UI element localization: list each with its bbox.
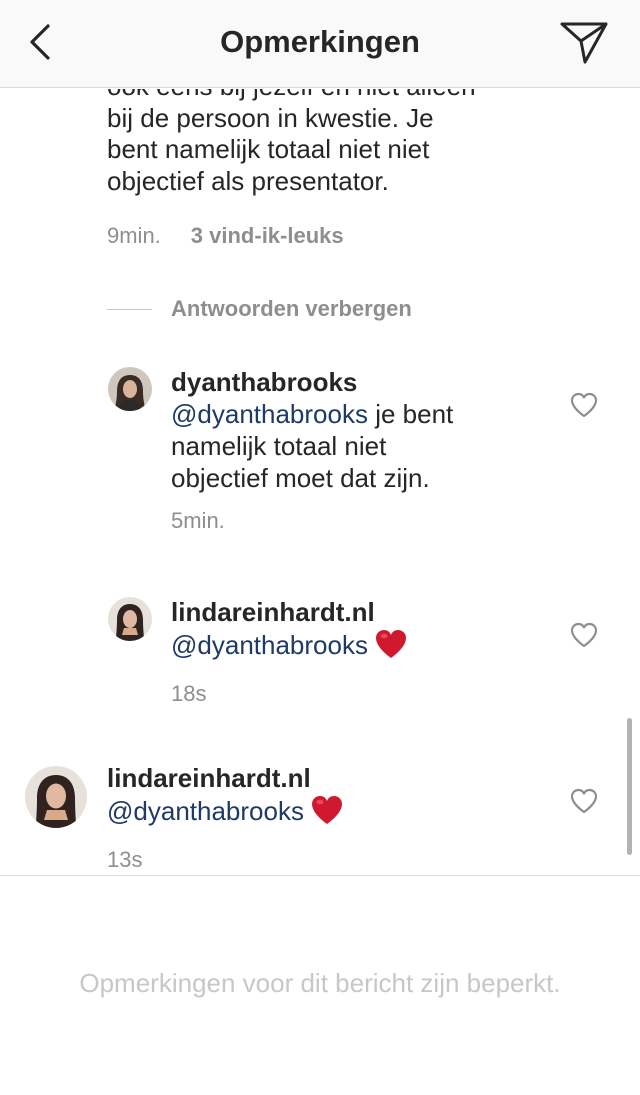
comment-username[interactable]: lindareinhardt.nl (171, 596, 561, 628)
heart-emoji (374, 628, 408, 667)
hide-replies-button[interactable]: Antwoorden verbergen (107, 295, 412, 323)
comment-body: @dyanthabrooks je bent (171, 398, 561, 430)
like-button[interactable] (569, 787, 599, 815)
reply-comment: dyanthabrooks @dyanthabrooks je bent nam… (171, 366, 561, 534)
comment-text-line: bent namelijk totaal niet niet (107, 134, 430, 164)
comment-text-line: objectief als presentator. (107, 165, 389, 196)
comment-username[interactable]: dyanthabrooks (171, 366, 561, 398)
comment-text-line: ook eens bij jezelf en niet alleen (107, 89, 577, 103)
comment: lindareinhardt.nl @dyanthabrooks 13s (107, 762, 547, 873)
parent-comment-text: ook eens bij jezelf en niet alleen bij d… (107, 89, 577, 197)
comment-time: 5min. (171, 508, 225, 533)
comment-username[interactable]: lindareinhardt.nl (107, 762, 547, 794)
profile-photo (108, 367, 152, 411)
comment-text-line: bij de persoon in kwestie. Je (107, 102, 434, 133)
mention-link[interactable]: @dyanthabrooks (171, 399, 368, 429)
comment-time: 18s (171, 681, 207, 706)
comment-time: 9min. (107, 223, 161, 248)
top-navigation-bar: Opmerkingen (0, 0, 640, 88)
avatar[interactable] (108, 367, 152, 411)
share-button[interactable] (556, 16, 612, 68)
comment-text: je bent (367, 399, 454, 429)
comment-text-line: namelijk totaal niet (171, 431, 387, 461)
comments-restricted-notice: Opmerkingen voor dit bericht zijn beperk… (79, 968, 561, 998)
likes-count[interactable]: 3 vind-ik-leuks (191, 223, 344, 248)
footer-divider (0, 875, 640, 876)
like-button[interactable] (569, 621, 599, 649)
comment-body: @dyanthabrooks (171, 628, 561, 667)
profile-photo (108, 597, 152, 641)
comment-text-line: objectief moet dat zijn. (171, 463, 430, 493)
parent-comment-meta: 9min. 3 vind-ik-leuks (107, 223, 344, 249)
heart-emoji (310, 794, 344, 833)
heart-outline-icon (570, 392, 598, 418)
mention-link[interactable]: @dyanthabrooks (171, 630, 368, 660)
page-title: Opmerkingen (220, 24, 420, 59)
reply-comment: lindareinhardt.nl @dyanthabrooks 18s (171, 596, 561, 707)
paper-plane-icon (560, 22, 608, 64)
scrollbar[interactable] (627, 718, 632, 855)
comment-time: 13s (107, 847, 143, 872)
heart-outline-icon (570, 788, 598, 814)
hide-replies-label: Antwoorden verbergen (171, 296, 412, 321)
mention-link[interactable]: @dyanthabrooks (107, 796, 304, 826)
comment-body: @dyanthabrooks (107, 794, 547, 833)
divider-line (107, 308, 152, 310)
avatar[interactable] (25, 766, 87, 828)
profile-photo (25, 766, 87, 828)
like-button[interactable] (569, 391, 599, 419)
heart-outline-icon (570, 622, 598, 648)
avatar[interactable] (108, 597, 152, 641)
comments-list[interactable]: ook eens bij jezelf en niet alleen bij d… (0, 89, 640, 875)
